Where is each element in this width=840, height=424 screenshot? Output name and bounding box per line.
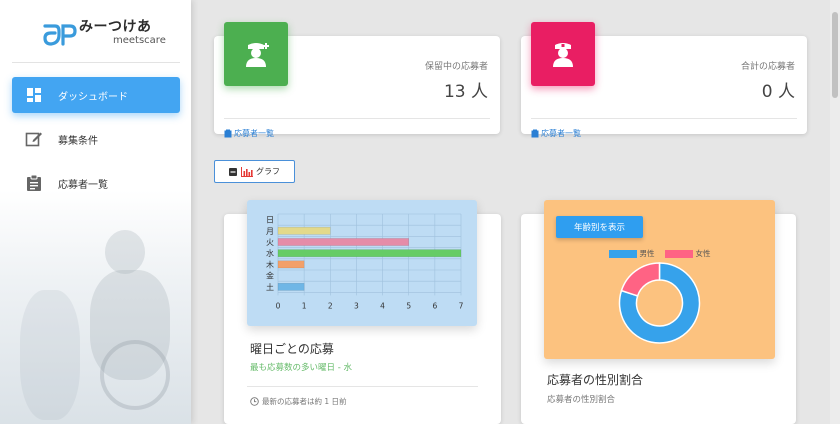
logo-mark-icon bbox=[43, 24, 77, 46]
x-tick-label: 2 bbox=[328, 301, 333, 310]
card-divider bbox=[224, 118, 490, 119]
card-title: 応募者の性別割合 bbox=[547, 373, 644, 387]
sidebar-background-photo bbox=[0, 190, 191, 424]
bar-chart-icon bbox=[241, 166, 253, 177]
sidebar-item-label: ダッシュボード bbox=[58, 91, 128, 103]
sidebar-item-applicants[interactable]: 応募者一覧 bbox=[12, 165, 180, 201]
weekday-applications-card: 日月火水木金土0 1 2 3 4 5 6 7 曜日ごとの応募 最も応募数の多い曜日 - 水 最… bbox=[224, 200, 501, 424]
y-tick-label: 水 bbox=[266, 248, 274, 258]
card-subtitle: 最も応募数の多い曜日 - 水 bbox=[250, 363, 352, 373]
card-title: 曜日ごとの応募 bbox=[250, 342, 334, 356]
stat-value: 0 人 bbox=[761, 82, 795, 102]
weekday-chart-header: 日月火水木金土0 1 2 3 4 5 6 7 bbox=[247, 200, 477, 326]
x-tick-label: 3 bbox=[354, 301, 359, 310]
card-divider bbox=[531, 118, 797, 119]
brand-subtitle: meetscare bbox=[113, 35, 166, 46]
sidebar-item-label: 募集条件 bbox=[58, 135, 98, 147]
clipboard-icon bbox=[531, 129, 539, 138]
stat-value: 13 人 bbox=[443, 82, 488, 102]
bar bbox=[277, 238, 409, 246]
x-tick-label: 5 bbox=[406, 301, 411, 310]
x-tick-label: 1 bbox=[302, 301, 307, 310]
bar bbox=[277, 226, 331, 235]
nurse-icon bbox=[531, 22, 595, 86]
clipboard-icon bbox=[24, 173, 44, 193]
footer-text: 最新の応募者は約 1 日前 bbox=[262, 397, 347, 406]
graph-toggle-button[interactable]: グラフ bbox=[214, 160, 295, 183]
link-label: 応募者一覧 bbox=[541, 129, 581, 138]
gender-doughnut-chart bbox=[618, 262, 701, 344]
x-tick-label: 0 bbox=[276, 301, 281, 310]
graph-toggle-label: グラフ bbox=[256, 167, 280, 176]
total-applicants-card: 合計の応募者 0 人 応募者一覧 bbox=[521, 22, 807, 138]
gender-chart-header: 年齢別を表示 男性 女性 bbox=[544, 200, 775, 359]
stat-label: 保留中の応募者 bbox=[424, 62, 488, 72]
y-tick-label: 火 bbox=[266, 238, 274, 247]
weekday-bar-chart: 日月火水木金土0 1 2 3 4 5 6 7 bbox=[266, 213, 464, 310]
y-tick-label: 土 bbox=[266, 282, 274, 292]
link-label: 応募者一覧 bbox=[234, 129, 274, 138]
bar bbox=[277, 249, 462, 258]
bar bbox=[277, 282, 305, 291]
sidebar-item-label: 応募者一覧 bbox=[58, 179, 108, 191]
doughnut-slice bbox=[620, 262, 661, 297]
applicants-list-link[interactable]: 応募者一覧 bbox=[531, 128, 581, 139]
brand-divider bbox=[12, 62, 180, 63]
card-subtitle: 応募者の性別割合 bbox=[547, 395, 616, 405]
brand-name: みーつけあ bbox=[79, 19, 152, 35]
sidebar: みーつけあ meetscare ダッシュボード 募集条件 応募者一覧 bbox=[0, 0, 191, 424]
card-footer: 最新の応募者は約 1 日前 bbox=[250, 396, 347, 407]
bar bbox=[277, 260, 305, 269]
gender-ratio-card: 年齢別を表示 男性 女性 応募者の性別割合 応募者の性別割合 bbox=[521, 200, 796, 424]
brand-logo[interactable]: みーつけあ meetscare bbox=[43, 18, 166, 48]
x-tick-label: 4 bbox=[380, 301, 385, 310]
nurse-add-icon bbox=[224, 22, 288, 86]
y-tick-label: 木 bbox=[266, 259, 274, 269]
sidebar-item-dashboard[interactable]: ダッシュボード bbox=[12, 77, 180, 113]
pending-applicants-card: 保留中の応募者 13 人 応募者一覧 bbox=[214, 22, 500, 138]
y-tick-label: 日 bbox=[266, 216, 274, 225]
card-divider bbox=[247, 386, 478, 387]
x-tick-label: 7 bbox=[459, 301, 464, 310]
y-tick-label: 金 bbox=[266, 271, 274, 281]
y-tick-label: 月 bbox=[266, 227, 274, 236]
sidebar-item-recruit-conditions[interactable]: 募集条件 bbox=[12, 121, 180, 157]
x-tick-label: 6 bbox=[432, 301, 437, 310]
clock-icon bbox=[250, 397, 259, 406]
scrollbar-thumb[interactable] bbox=[832, 12, 838, 98]
stat-label: 合計の応募者 bbox=[740, 62, 795, 72]
edit-icon bbox=[24, 129, 44, 149]
clipboard-icon bbox=[224, 129, 232, 138]
page-scrollbar[interactable] bbox=[830, 0, 840, 424]
dashboard-icon bbox=[24, 85, 44, 105]
collapse-icon bbox=[229, 167, 237, 176]
applicants-list-link[interactable]: 応募者一覧 bbox=[224, 128, 274, 139]
